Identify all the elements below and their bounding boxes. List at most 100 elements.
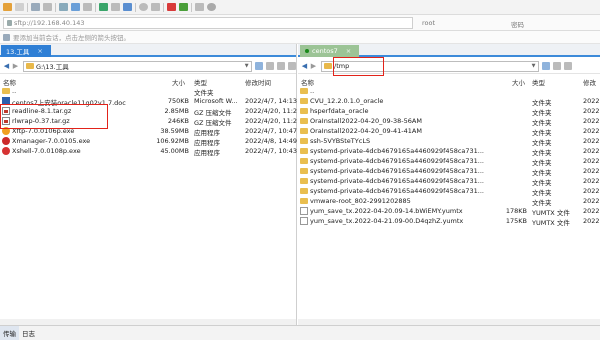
back-arrow-icon[interactable]: ◀ [300,62,309,71]
view-icon[interactable] [288,62,296,70]
tab-remote-centos7[interactable]: centos7 × [300,45,360,57]
home-icon[interactable] [277,62,286,70]
file-modified: 2022/4/7, 10:43 [245,147,298,155]
file-modified: 2022 [583,97,600,105]
file-size: 750KB [167,97,189,105]
file-row[interactable]: OraInstall2022-04-20_09-38-56AM 文件夹 2022 [298,116,600,127]
file-name: ssh-5VYBSteTYcLS [310,137,371,145]
password-field[interactable]: 密码 [511,19,524,29]
file-row[interactable]: .. 文件夹 [0,86,296,97]
compare-icon[interactable] [123,3,132,11]
file-modified: 2022 [583,107,600,115]
close-icon[interactable]: × [346,47,351,55]
sync-icon[interactable] [99,3,108,11]
file-row[interactable]: readline-8.1.tar.gz 2.85MB GZ 压缩文件 2022/… [0,106,297,117]
file-row[interactable]: systemd-private-4dcb4679165a4460929f458c… [298,166,600,177]
local-pane: 13.工具 × ◀ ▶ G:\13.工具 ▼ 名称 大小 类型 修改时间 .. … [0,44,297,325]
forward-arrow-icon[interactable]: ▶ [11,62,20,71]
file-row[interactable]: rlwrap-0.37.tar.gz 246KB GZ 压缩文件 2022/4/… [0,116,298,127]
file-modified: 2022/4/7, 10:47 [245,127,298,135]
session-hint-bar: 要添加当前会话，点击左侧的箭头按钮。 [0,31,600,44]
remote-path-input[interactable]: /tmp ▼ [321,60,539,72]
file-modified: 2022 [583,147,600,155]
refresh-icon[interactable] [553,62,561,70]
connect-icon[interactable] [31,3,40,11]
file-size: 106.92MB [156,137,189,145]
new-session-icon[interactable] [3,3,12,11]
file-row[interactable]: ssh-5VYBSteTYcLS 文件夹 2022 [298,136,600,147]
up-folder-icon[interactable] [542,62,550,70]
file-name: CVU_12.2.0.1.0_oracle [310,97,384,105]
xshell-icon [2,147,10,155]
file-modified: 2022 [583,217,600,225]
disconnect-icon[interactable] [43,3,52,11]
close-icon[interactable]: × [37,47,42,55]
xmanager-icon[interactable] [179,3,188,11]
file-name: Xmanager-7.0.0105.exe [12,137,91,145]
file-row[interactable]: Xftp-7.0.0106p.exe 38.59MB 应用程序 2022/4/7… [0,126,298,137]
open-icon[interactable] [15,3,24,11]
tab-label: 13.工具 [6,48,30,56]
local-path-bar: ◀ ▶ G:\13.工具 ▼ [0,59,296,74]
tab-transfer[interactable]: 传输 [0,326,19,340]
up-folder-icon [300,88,308,94]
file-icon [300,207,308,215]
remote-path-bar: ◀ ▶ /tmp ▼ [298,59,600,74]
font-icon[interactable] [195,3,204,11]
file-row[interactable]: vmware-root_802-2991202885 文件夹 2022 [298,196,600,207]
lock-icon [7,20,12,26]
home-icon[interactable] [564,62,572,70]
back-arrow-icon[interactable]: ◀ [2,62,11,71]
refresh-icon[interactable] [59,3,68,11]
file-size: 178KB [505,207,527,215]
file-row[interactable]: yum_save_tx.2022-04-21.09-00.D4qzhZ.yumt… [298,216,600,227]
tab-transfer-label: 传输 [3,330,16,338]
file-row[interactable]: systemd-private-4dcb4679165a4460929f458c… [298,176,600,187]
chevron-down-icon[interactable]: ▼ [242,62,251,71]
globe-icon[interactable] [139,3,148,11]
remote-file-list: .. CVU_12.2.0.1.0_oracle 文件夹 2022 hsperf… [298,86,600,227]
file-row[interactable]: CVU_12.2.0.1.0_oracle 文件夹 2022 [298,96,600,107]
file-row[interactable]: systemd-private-4dcb4679165a4460929f458c… [298,146,600,157]
help-icon[interactable] [207,3,216,11]
filter-icon[interactable] [111,3,120,11]
tab-local-tools[interactable]: 13.工具 × [1,45,51,57]
bookmark-icon[interactable] [3,33,10,41]
file-modified: 2022/4/8, 14:49 [245,137,298,145]
local-path-input[interactable]: G:\13.工具 ▼ [22,60,253,72]
file-row[interactable]: systemd-private-4dcb4679165a4460929f458c… [298,156,600,167]
file-name: Xshell-7.0.0108p.exe [12,147,81,155]
tab-log[interactable]: 日志 [19,326,38,340]
properties-icon[interactable] [83,3,92,11]
word-doc-icon [2,97,10,105]
file-row[interactable]: Xmanager-7.0.0105.exe 106.92MB 应用程序 2022… [0,136,298,147]
file-row[interactable]: hsperfdata_oracle 文件夹 2022 [298,106,600,117]
folder-icon [300,108,308,114]
local-tabstrip: 13.工具 × [0,44,296,57]
forward-arrow-icon[interactable]: ▶ [309,62,318,71]
remote-pane: centos7 × ◀ ▶ /tmp ▼ 名称 大小 类型 修改 .. CVU_… [298,44,600,325]
file-row[interactable]: OraInstall2022-04-20_09-41-41AM 文件夹 2022 [298,126,600,137]
refresh-icon[interactable] [266,62,275,70]
address-bar: sftp://192.168.40.143 root 密码 [0,15,600,31]
xshell-icon[interactable] [167,3,176,11]
file-row[interactable]: Xshell-7.0.0108p.exe 45.00MB 应用程序 2022/4… [0,146,298,157]
file-name: systemd-private-4dcb4679165a4460929f458c… [310,147,484,155]
folder-icon [300,138,308,144]
layout-icon[interactable] [151,3,160,11]
host-address-input[interactable]: sftp://192.168.40.143 [3,17,413,29]
up-folder-icon[interactable] [255,62,264,70]
file-modified: 2022/4/20, 11:2 [245,117,298,125]
file-name: systemd-private-4dcb4679165a4460929f458c… [310,177,484,185]
file-row[interactable]: centos7上安装oracle11g02v1.7.doc 750KB Micr… [0,96,297,107]
chevron-down-icon[interactable]: ▼ [529,62,538,71]
xftp-icon [2,127,10,135]
file-name: OraInstall2022-04-20_09-38-56AM [310,117,422,125]
file-row[interactable]: .. [298,86,600,96]
username-field[interactable]: root [422,19,435,27]
transfer-icon[interactable] [71,3,80,11]
tab-label: centos7 [312,47,338,55]
folder-icon [300,98,308,104]
file-row[interactable]: yum_save_tx.2022-04-20.09-14.bWiEMY.yumt… [298,206,600,217]
file-row[interactable]: systemd-private-4dcb4679165a4460929f458c… [298,186,600,197]
